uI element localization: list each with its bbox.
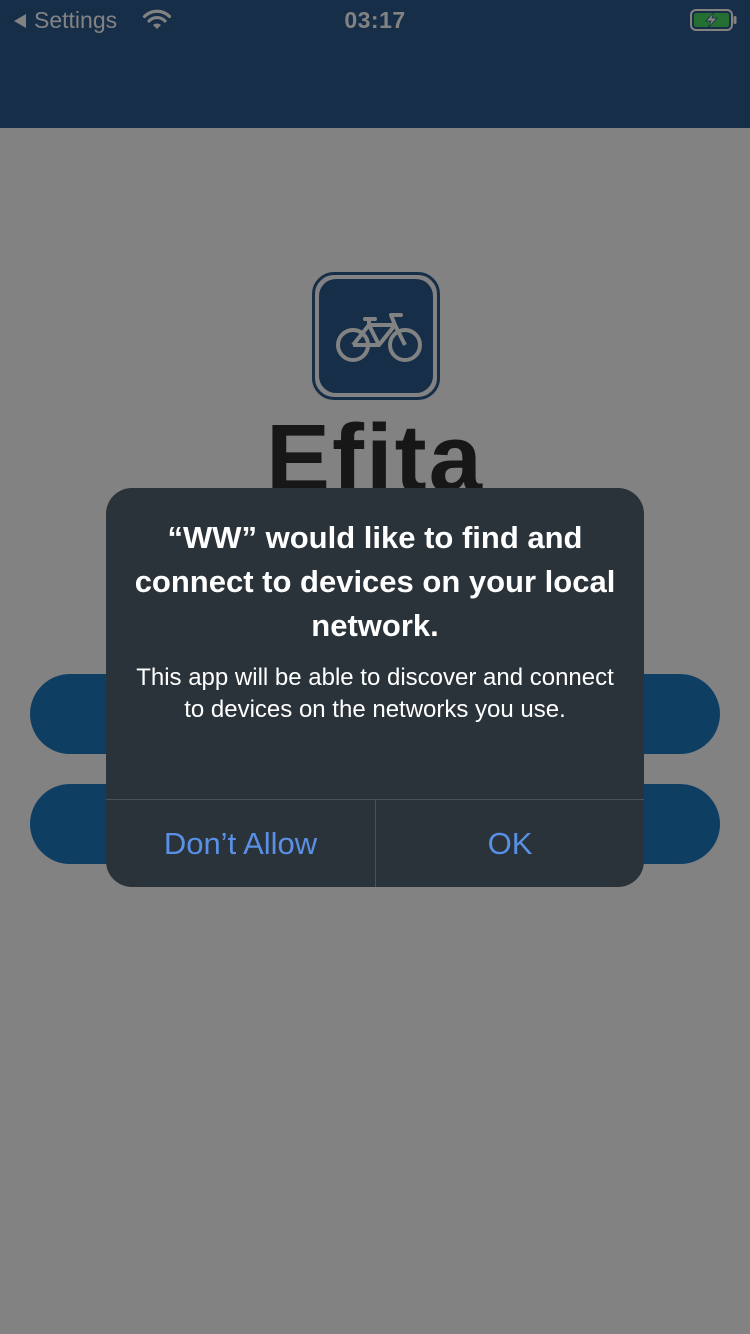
- local-network-permission-alert: “WW” would like to find and connect to d…: [106, 488, 644, 887]
- dont-allow-button[interactable]: Don’t Allow: [106, 800, 375, 887]
- alert-title: “WW” would like to find and connect to d…: [134, 520, 616, 643]
- alert-message: This app will be able to discover and co…: [136, 664, 614, 723]
- ok-button[interactable]: OK: [376, 800, 644, 887]
